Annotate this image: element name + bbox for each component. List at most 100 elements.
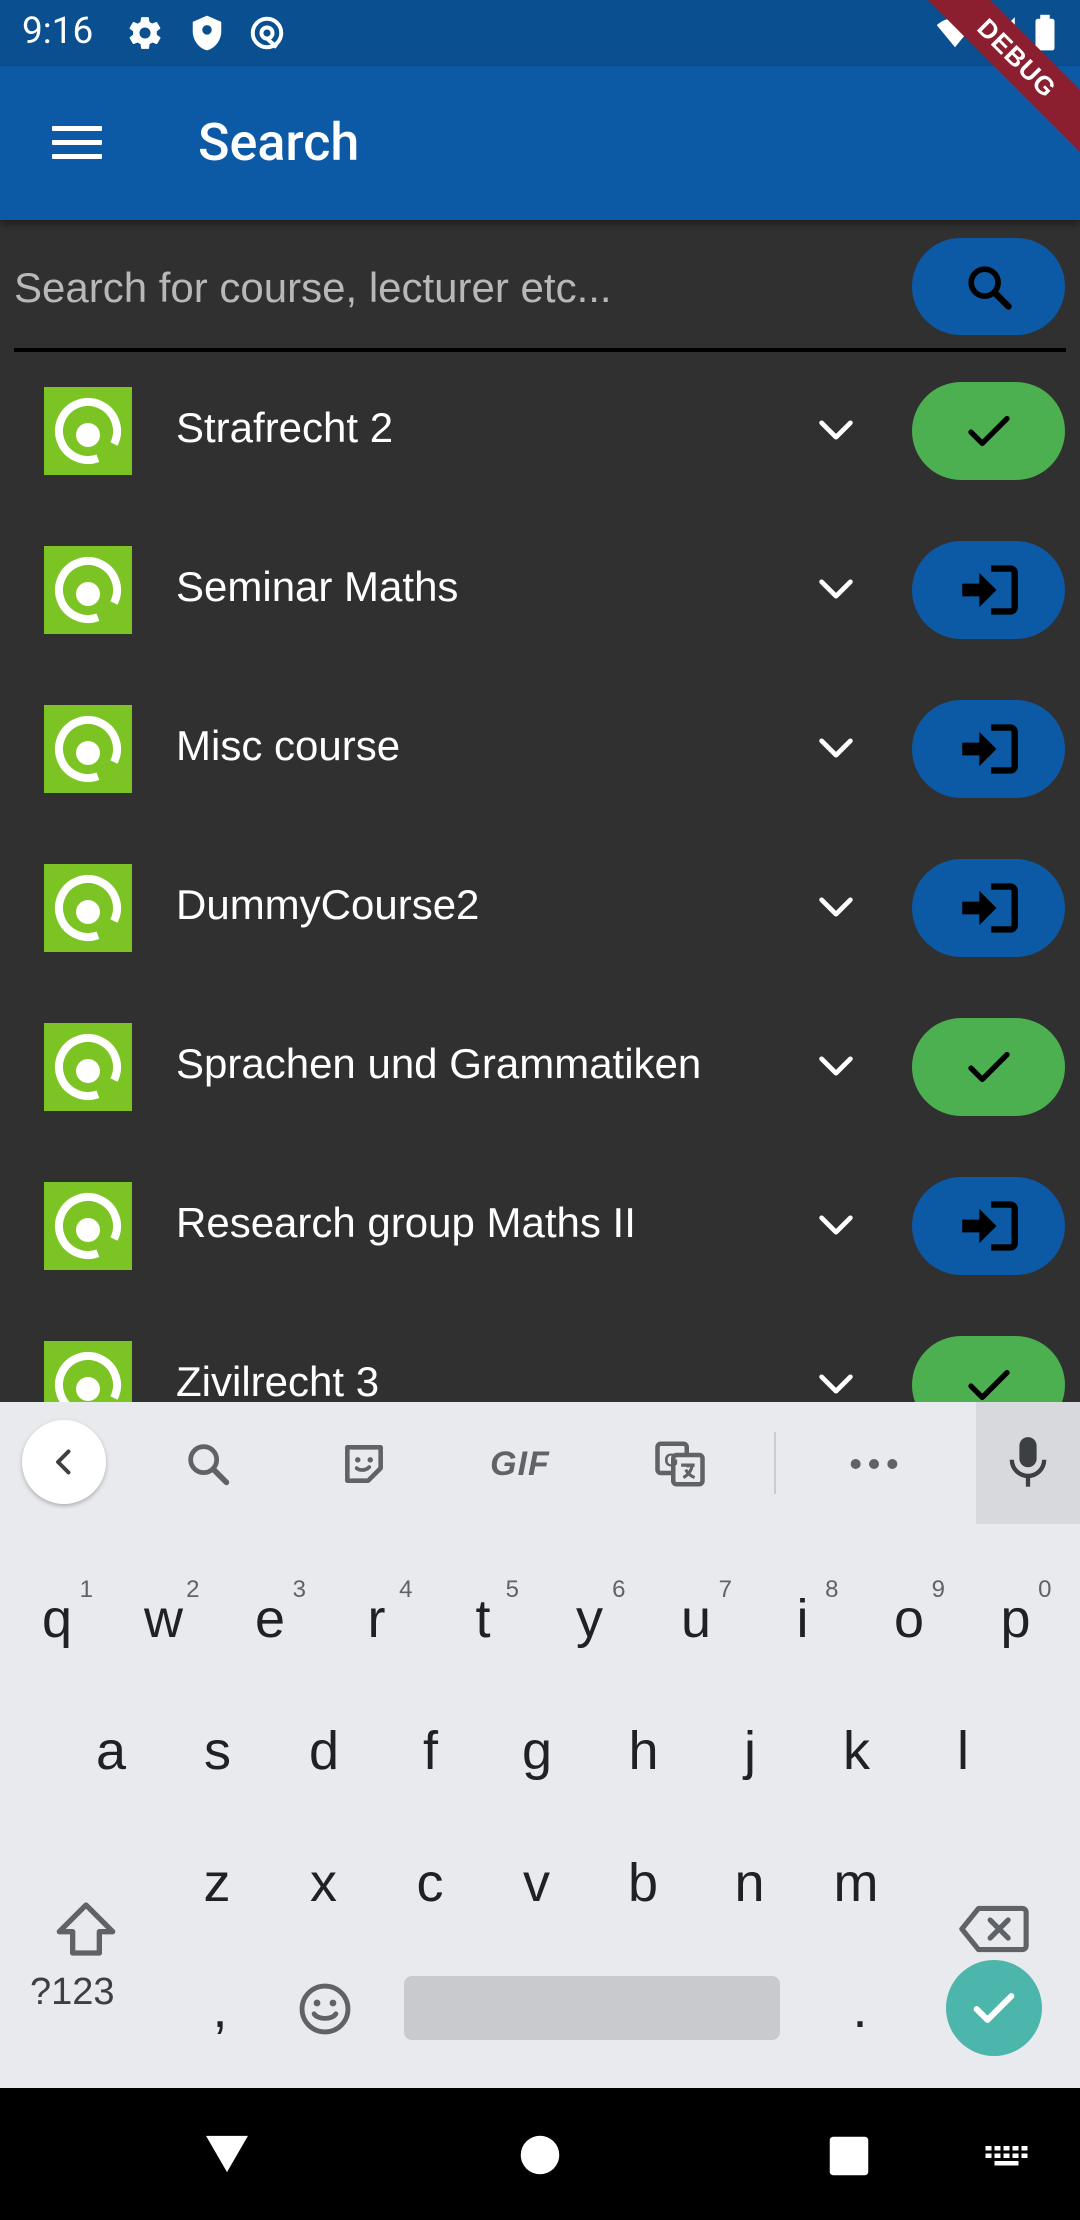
keyboard-switch-icon[interactable] (984, 2144, 1032, 2172)
key-hint: 0 (1038, 1576, 1052, 1603)
key-g[interactable]: g (487, 1686, 587, 1816)
key-l[interactable]: l (913, 1686, 1013, 1816)
key-j[interactable]: j (700, 1686, 800, 1816)
chevron-down-icon[interactable] (814, 412, 858, 448)
back-nav-icon[interactable] (204, 2134, 250, 2174)
key-d[interactable]: d (274, 1686, 374, 1816)
chevron-down-icon[interactable] (814, 889, 858, 925)
space-bar[interactable] (404, 1976, 780, 2040)
comma-key[interactable]: , (170, 1944, 270, 2074)
key-label: g (521, 1721, 553, 1781)
key-p[interactable]: p0 (966, 1554, 1066, 1684)
chevron-down-icon[interactable] (814, 1048, 858, 1084)
join-course-button[interactable] (912, 700, 1065, 798)
key-q[interactable]: q1 (7, 1554, 107, 1684)
course-row[interactable]: DummyCourse2 (0, 839, 1080, 998)
key-m[interactable]: m (806, 1818, 906, 1948)
period-key[interactable]: . (810, 1944, 910, 2074)
key-t[interactable]: t5 (433, 1554, 533, 1684)
joined-button[interactable] (912, 382, 1065, 480)
recents-nav-icon[interactable] (828, 2135, 870, 2177)
keyboard-search-button[interactable] (176, 1432, 240, 1496)
symbols-key[interactable]: ?123 (30, 1971, 115, 2014)
check-icon (967, 1051, 1010, 1083)
page-title: Search (198, 112, 360, 173)
join-course-button[interactable] (912, 541, 1065, 639)
course-logo-icon (44, 1341, 132, 1402)
key-label: s (204, 1721, 231, 1781)
key-h[interactable]: h (594, 1686, 694, 1816)
menu-icon[interactable] (52, 126, 102, 160)
key-r[interactable]: r4 (327, 1554, 427, 1684)
chevron-down-icon[interactable] (814, 730, 858, 766)
key-v[interactable]: v (487, 1818, 587, 1948)
key-label: x (310, 1853, 337, 1913)
toolbar-divider (774, 1432, 776, 1494)
voice-input-button[interactable] (976, 1402, 1080, 1524)
key-w[interactable]: w2 (114, 1554, 214, 1684)
course-row[interactable]: Strafrecht 2 (0, 362, 1080, 521)
join-course-button[interactable] (912, 1177, 1065, 1275)
course-row[interactable]: Seminar Maths (0, 521, 1080, 680)
key-k[interactable]: k (807, 1686, 907, 1816)
key-label: c (416, 1853, 444, 1913)
key-u[interactable]: u7 (646, 1554, 746, 1684)
keyboard-translate-button[interactable]: G (648, 1432, 712, 1496)
key-hint: 2 (186, 1576, 200, 1603)
course-name: Sprachen und Grammatiken (176, 1040, 702, 1087)
key-label: f (422, 1721, 438, 1781)
more-horizontal-icon (850, 1459, 898, 1469)
keyboard-back-button[interactable] (22, 1420, 106, 1504)
key-z[interactable]: z (167, 1818, 267, 1948)
emoji-icon (299, 1983, 351, 2035)
chevron-down-icon[interactable] (814, 1207, 858, 1243)
key-hint: 4 (399, 1576, 413, 1603)
course-name: Zivilrecht 3 (176, 1358, 380, 1402)
joined-button[interactable] (912, 1336, 1065, 1402)
keyboard-more-button[interactable] (842, 1432, 906, 1496)
key-s[interactable]: s (168, 1686, 268, 1816)
emoji-key[interactable] (275, 1944, 375, 2074)
key-hint: 6 (612, 1576, 626, 1603)
course-logo-icon (44, 1023, 132, 1111)
join-course-button[interactable] (912, 859, 1065, 957)
key-o[interactable]: o9 (859, 1554, 959, 1684)
joined-button[interactable] (912, 1018, 1065, 1116)
key-f[interactable]: f (381, 1686, 481, 1816)
key-label: b (627, 1853, 659, 1913)
home-nav-icon[interactable] (519, 2134, 561, 2176)
shield-icon (192, 15, 222, 51)
chevron-down-icon[interactable] (814, 1366, 858, 1402)
key-a[interactable]: a (61, 1686, 161, 1816)
course-row[interactable]: Zivilrecht 3 (0, 1316, 1080, 1402)
course-logo-icon (44, 705, 132, 793)
key-n[interactable]: n (700, 1818, 800, 1948)
key-x[interactable]: x (274, 1818, 374, 1948)
course-row[interactable]: Misc course (0, 680, 1080, 839)
key-label: n (734, 1853, 765, 1913)
sign-in-icon (961, 883, 1018, 933)
key-hint: 1 (79, 1576, 93, 1603)
app-notification-icon (250, 16, 284, 50)
check-icon (967, 1369, 1010, 1401)
search-button[interactable] (912, 238, 1065, 335)
key-b[interactable]: b (593, 1818, 693, 1948)
wifi-icon (936, 17, 974, 48)
course-row[interactable]: Research group Maths II (0, 1157, 1080, 1316)
key-label: j (744, 1721, 756, 1781)
key-e[interactable]: e3 (220, 1554, 320, 1684)
key-label: p (1000, 1589, 1031, 1649)
key-c[interactable]: c (380, 1818, 480, 1948)
enter-key[interactable] (946, 1960, 1042, 2056)
keyboard-sticker-button[interactable] (332, 1432, 396, 1496)
chevron-down-icon[interactable] (814, 571, 858, 607)
key-y[interactable]: y6 (540, 1554, 640, 1684)
keyboard-gif-button[interactable]: GIF (484, 1432, 556, 1496)
course-row[interactable]: Sprachen und Grammatiken (0, 998, 1080, 1157)
shift-icon (56, 1902, 116, 1956)
search-input[interactable] (14, 250, 894, 326)
key-i[interactable]: i8 (753, 1554, 853, 1684)
sign-in-icon (961, 724, 1018, 774)
course-name: Misc course (176, 722, 401, 769)
chevron-left-icon (56, 1449, 71, 1475)
